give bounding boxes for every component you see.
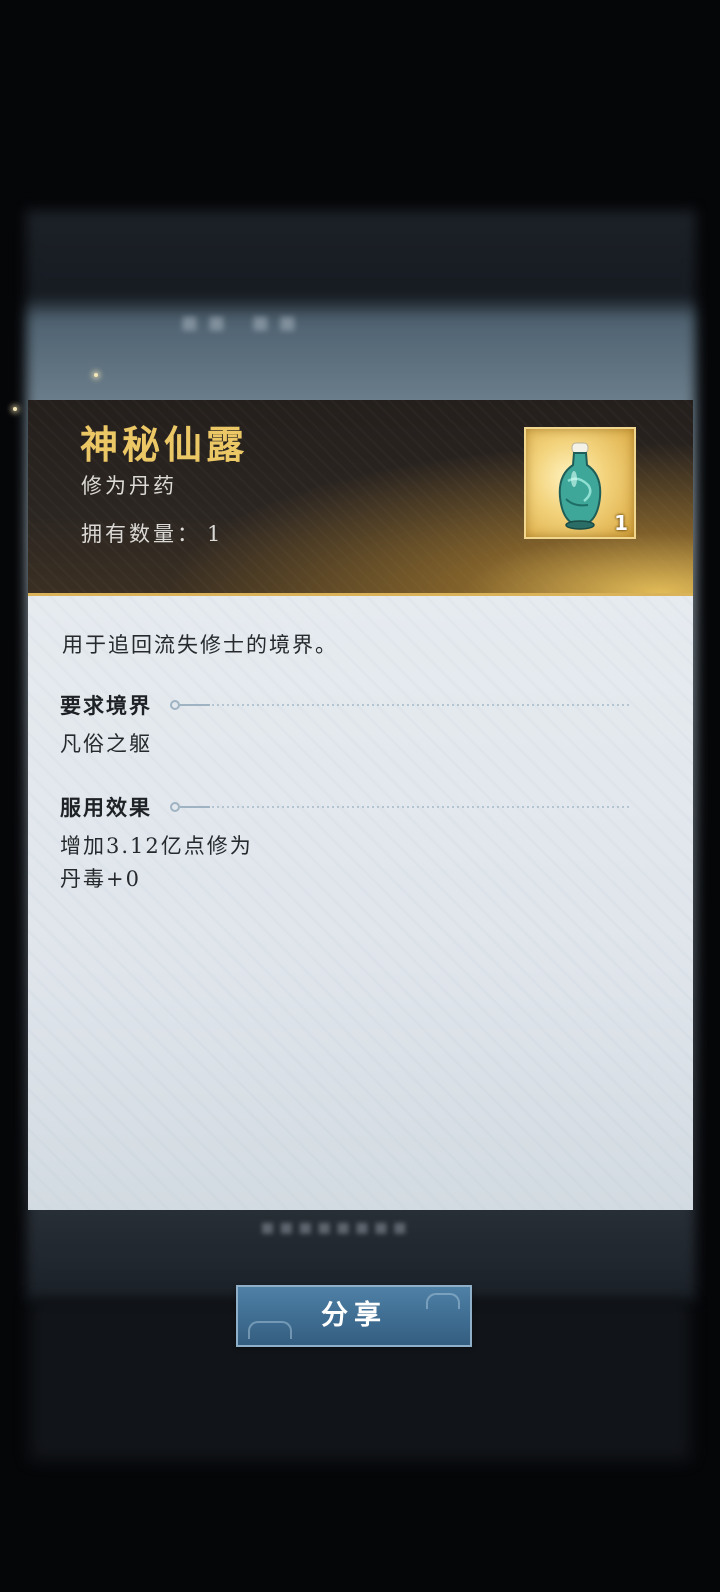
divider-solid: [180, 704, 210, 706]
item-description: 用于追回流失修士的境界。: [62, 633, 338, 657]
divider-knot-icon: [170, 700, 180, 710]
effect-section-title: 服用效果: [60, 795, 152, 820]
item-type: 修为丹药: [81, 474, 177, 498]
section-divider: [170, 700, 650, 710]
requirement-section-title: 要求境界: [60, 693, 152, 718]
cloud-decoration-icon: [248, 1321, 292, 1339]
background-panel-title: ▪▪ ▪▪: [180, 305, 305, 338]
share-button[interactable]: 分享: [236, 1285, 472, 1347]
requirement-text: 凡俗之躯: [60, 728, 152, 761]
owned-count-value: 1: [207, 522, 224, 546]
effect-line: 丹毒+0: [60, 867, 141, 891]
owned-count-label: 拥有数量：: [81, 522, 201, 546]
effect-text: 增加3.12亿点修为 丹毒+0: [60, 830, 253, 896]
requirement-line: 凡俗之躯: [60, 732, 152, 756]
divider-dots: [212, 806, 632, 808]
cloud-decoration-icon: [426, 1293, 460, 1309]
share-button-label: 分享: [321, 1300, 387, 1331]
divider-solid: [180, 806, 210, 808]
owned-count: 拥有数量： 1: [81, 518, 223, 548]
item-detail-popup: 神秘仙露 修为丹药 拥有数量： 1 1 用于追回流失修士的境界。 要求境界 凡俗…: [28, 400, 693, 1347]
potion-bottle-icon: [558, 442, 602, 530]
divider-knot-icon: [170, 802, 180, 812]
item-icon-count: 1: [614, 511, 628, 535]
sparkle-decoration: [94, 373, 98, 377]
item-icon-frame: 1: [524, 427, 636, 539]
item-header: 神秘仙露 修为丹药 拥有数量： 1 1: [28, 400, 693, 596]
background-hint-text: ▪▪▪▪▪▪▪▪: [260, 1215, 412, 1240]
item-name: 神秘仙露: [80, 422, 249, 467]
divider-dots: [212, 704, 632, 706]
section-divider: [170, 802, 650, 812]
screen: ▪▪ ▪▪ ▪▪▪▪▪▪▪▪ 神秘仙露 修为丹药 拥有数量： 1 1 用于追回流…: [0, 0, 720, 1592]
effect-line: 增加3.12亿点修为: [60, 834, 253, 858]
item-body: 用于追回流失修士的境界。 要求境界 凡俗之躯 服用效果 增加3.12亿点修为 丹…: [28, 596, 693, 1347]
sparkle-decoration: [13, 407, 17, 411]
